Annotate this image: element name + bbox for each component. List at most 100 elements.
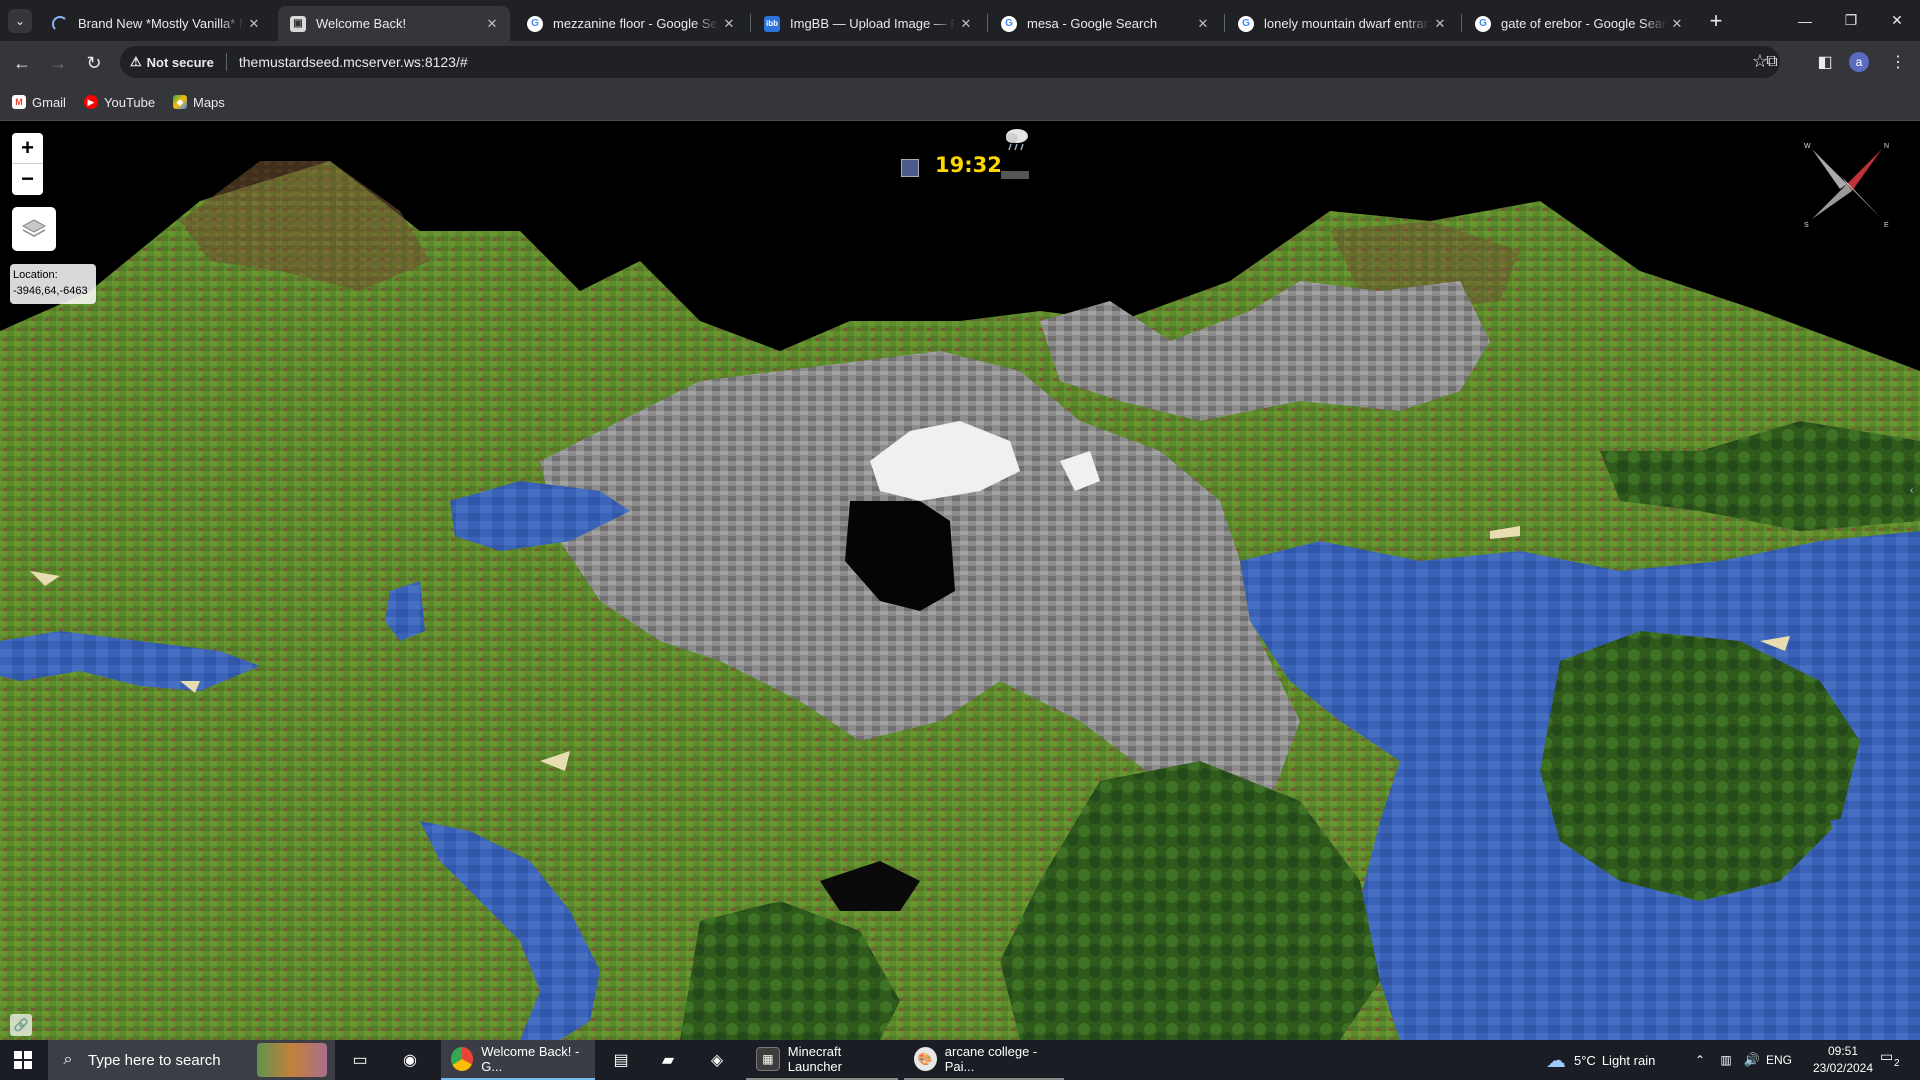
game-clock: 19:32 — [895, 121, 1035, 181]
address-bar[interactable]: ⚠ Not secure themustardseed.mcserver.ws:… — [120, 46, 1780, 78]
zoom-in-button[interactable]: + — [12, 133, 43, 164]
tab-3[interactable]: ibb ImgBB — Upload Image — Fre ✕ — [752, 6, 984, 41]
taskbar-app-minecraft[interactable]: ▦ Minecraft Launcher — [746, 1040, 898, 1080]
clock-time: 09:51 — [1827, 1044, 1859, 1058]
close-icon[interactable]: ✕ — [1667, 16, 1687, 32]
bookmark-label: Gmail — [32, 94, 66, 110]
menu-kebab-icon[interactable]: ⋮ — [1886, 50, 1910, 74]
taskbar-app-label: Welcome Back! - G... — [481, 1044, 580, 1074]
tab-search-button[interactable]: ⌄ — [8, 9, 32, 33]
tab-title: Welcome Back! — [316, 16, 407, 31]
chrome-icon — [451, 1047, 474, 1071]
layers-icon — [21, 219, 47, 237]
notification-icon: ▭ — [1880, 1048, 1894, 1064]
link-icon: 🔗 — [13, 1018, 29, 1032]
google-icon: G — [1238, 15, 1254, 32]
weather-widget[interactable]: ☁ 5°C Light rain — [1546, 1040, 1655, 1080]
loading-spinner-icon — [52, 15, 68, 32]
sidebar-toggle[interactable]: ‹ — [1910, 451, 1920, 531]
language-indicator[interactable]: ENG — [1766, 1040, 1792, 1080]
notification-center-button[interactable]: ▭ 2 — [1880, 1048, 1904, 1072]
profile-avatar[interactable]: a — [1849, 52, 1869, 72]
tab-1[interactable]: ▣ Welcome Back! ✕ — [278, 6, 510, 41]
tab-strip: ⌄ Brand New *Mostly Vanilla* Mi ✕ ▣ Welc… — [0, 0, 1920, 41]
minimize-button[interactable]: — — [1782, 0, 1828, 41]
compass-w: W — [1804, 143, 1811, 150]
back-button[interactable]: ← — [8, 49, 36, 77]
layers-button[interactable] — [12, 207, 56, 251]
weather-desc: Light rain — [1601, 1052, 1656, 1068]
tab-2[interactable]: G mezzanine floor - Google Searc ✕ — [515, 6, 747, 41]
tab-5[interactable]: G lonely mountain dwarf entranc ✕ — [1226, 6, 1458, 41]
bookmark-gmail[interactable]: M Gmail — [12, 92, 66, 112]
bookmarks-bar: M Gmail ▶ YouTube ◆ Maps — [0, 83, 1920, 121]
compass-e: E — [1884, 222, 1889, 229]
start-button[interactable] — [0, 1040, 46, 1080]
gmail-icon: M — [12, 95, 26, 109]
notification-count: 2 — [1894, 1058, 1900, 1069]
zoom-out-button[interactable]: − — [12, 164, 43, 195]
link-button[interactable]: 🔗 — [10, 1014, 32, 1036]
minecraft-terrain-render[interactable] — [0, 121, 1920, 1040]
search-highlight-icon — [257, 1043, 327, 1077]
tab-title: mesa - Google Search — [1027, 16, 1158, 31]
warning-icon: ⚠ — [130, 54, 142, 69]
tab-separator — [750, 14, 751, 32]
tab-4[interactable]: G mesa - Google Search ✕ — [989, 6, 1221, 41]
security-indicator[interactable]: ⚠ Not secure — [130, 53, 227, 71]
bookmark-label: Maps — [193, 94, 225, 110]
system-clock[interactable]: 09:51 23/02/2024 — [1808, 1043, 1878, 1077]
forward-button[interactable]: → — [44, 49, 72, 77]
taskbar-app-chrome[interactable]: Welcome Back! - G... — [441, 1040, 595, 1080]
close-window-button[interactable]: ✕ — [1874, 0, 1920, 41]
copilot-icon[interactable]: ◈ — [705, 1048, 729, 1072]
paint-icon: 🎨 — [914, 1047, 937, 1071]
dynmap-viewport[interactable]: + − Location: -3946,64,-6463 19:32 W N S — [0, 121, 1920, 1040]
restore-button[interactable]: ❐ — [1828, 0, 1874, 41]
location-readout: Location: -3946,64,-6463 — [10, 264, 96, 304]
close-icon[interactable]: ✕ — [1193, 16, 1213, 32]
dynmap-icon: ▣ — [290, 15, 306, 32]
network-icon[interactable]: ▥ — [1714, 1048, 1738, 1072]
side-panel-icon[interactable]: ◧ — [1813, 50, 1837, 74]
weather-rain-icon: ☁ — [1546, 1049, 1566, 1072]
location-value: -3946,64,-6463 — [13, 285, 88, 297]
location-label: Location: — [13, 269, 58, 281]
close-icon[interactable]: ✕ — [482, 16, 502, 32]
steam-icon[interactable]: ◉ — [398, 1048, 422, 1072]
bookmark-youtube[interactable]: ▶ YouTube — [84, 92, 155, 112]
extensions-icon[interactable]: ⧉ — [1760, 50, 1784, 74]
close-icon[interactable]: ✕ — [1430, 16, 1450, 32]
url-text[interactable]: themustardseed.mcserver.ws:8123/# — [239, 54, 468, 70]
windows-taskbar: ⌕ Type here to search ▭ ◉ Welcome Back! … — [0, 1040, 1920, 1080]
tab-separator — [1224, 14, 1225, 32]
taskbar-search[interactable]: ⌕ Type here to search — [48, 1040, 335, 1080]
close-icon[interactable]: ✕ — [719, 16, 739, 32]
arrow-right-icon: → — [49, 52, 67, 73]
task-view-icon[interactable]: ▭ — [348, 1048, 372, 1072]
taskbar-app-paint[interactable]: 🎨 arcane college - Pai... — [904, 1040, 1064, 1080]
close-icon[interactable]: ✕ — [956, 16, 976, 32]
moon-icon — [901, 159, 919, 177]
imgbb-icon: ibb — [764, 15, 780, 32]
taskbar-app-label: arcane college - Pai... — [944, 1044, 1038, 1074]
file-explorer-icon[interactable]: ▰ — [656, 1048, 680, 1072]
tray-chevron-up-icon[interactable]: ⌃ — [1688, 1048, 1712, 1072]
close-icon: ✕ — [1891, 12, 1903, 28]
tab-0[interactable]: Brand New *Mostly Vanilla* Mi ✕ — [40, 6, 272, 41]
tab-title: lonely mountain dwarf entranc — [1264, 16, 1430, 31]
tab-6[interactable]: G gate of erebor - Google Search ✕ — [1463, 6, 1695, 41]
tab-title: ImgBB — Upload Image — Fre — [790, 16, 956, 31]
zoom-control: + − — [12, 133, 43, 195]
new-tab-button[interactable]: + — [1702, 8, 1730, 36]
google-icon: G — [1001, 15, 1017, 32]
reload-button[interactable]: ↻ — [80, 49, 108, 77]
volume-icon[interactable]: 🔊 — [1740, 1048, 1764, 1072]
close-icon[interactable]: ✕ — [244, 16, 264, 32]
taskbar-app-label: Minecraft Launcher — [787, 1044, 842, 1074]
taskbar-pinned-icon[interactable]: ▤ — [609, 1048, 633, 1072]
windows-logo-icon — [14, 1051, 32, 1069]
google-icon: G — [527, 15, 543, 32]
plus-icon: + — [1709, 8, 1723, 33]
bookmark-maps[interactable]: ◆ Maps — [173, 92, 225, 112]
